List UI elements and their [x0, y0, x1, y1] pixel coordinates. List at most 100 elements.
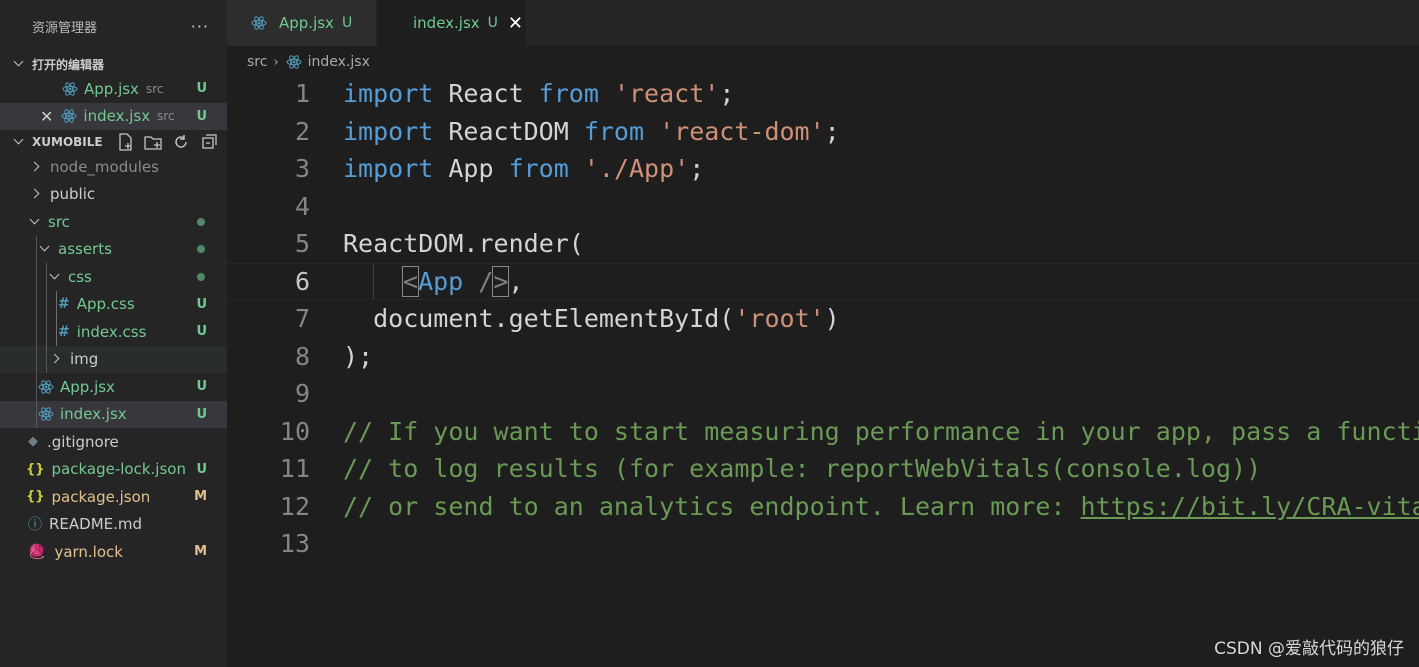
code-line: 10 // If you want to start measuring per… — [227, 413, 1419, 451]
indent-guide — [36, 345, 37, 373]
tab-bar: App.jsx U index.jsx U ✕ — [227, 0, 1419, 46]
chevron-right-icon: › — [273, 54, 279, 70]
bracket: < — [401, 265, 420, 297]
git-status-badge: M — [194, 489, 207, 505]
git-status-badge: U — [196, 296, 207, 312]
indent-guide — [46, 345, 47, 373]
refresh-icon[interactable] — [171, 132, 191, 152]
git-status-badge: U — [487, 15, 498, 31]
close-icon[interactable]: ✕ — [508, 13, 523, 34]
tree-item-package-lock[interactable]: {} package-lock.json U — [0, 456, 227, 484]
string: 'react' — [598, 79, 720, 109]
git-file-icon: ◆ — [28, 434, 38, 450]
chevron-right-icon — [30, 160, 44, 174]
line-number: 7 — [294, 304, 310, 334]
explorer-sidebar: 资源管理器 ··· 打开的编辑器 App.jsx src U ✕ index.j… — [0, 0, 227, 667]
line-number: 8 — [294, 341, 310, 371]
git-status-badge: U — [196, 108, 207, 124]
tree-item-label: .gitignore — [47, 432, 119, 451]
collapse-all-icon[interactable] — [199, 132, 219, 152]
open-editor-item-index[interactable]: ✕ index.jsx src U — [0, 102, 227, 130]
tree-item-app-jsx[interactable]: App.jsx U — [0, 373, 227, 401]
tree-item-gitignore[interactable]: ◆ .gitignore — [0, 428, 227, 456]
punctuation: / — [463, 266, 494, 296]
keyword: from — [538, 79, 599, 109]
code-text: ); — [343, 341, 374, 371]
punctuation: . — [493, 304, 509, 334]
tree-item-css[interactable]: css — [0, 263, 227, 291]
tree-item-label: package.json — [51, 487, 151, 506]
indent-guide — [36, 263, 37, 291]
tree-item-label: yarn.lock — [54, 542, 123, 561]
tree-item-label: App.css — [76, 295, 135, 314]
chevron-down-icon — [12, 135, 26, 149]
breadcrumb-folder[interactable]: src — [247, 54, 267, 70]
code-editor[interactable]: 1 import React from 'react'; 2 import Re… — [227, 75, 1419, 563]
code-line: 5 ReactDOM.render( — [227, 225, 1419, 263]
indent-guide — [36, 373, 37, 401]
git-status-badge: U — [341, 15, 353, 31]
tree-item-label: node_modules — [50, 157, 159, 176]
more-actions-button[interactable]: ··· — [191, 17, 209, 36]
breadcrumb-file[interactable]: index.jsx — [308, 54, 370, 70]
function-name: getElementById — [508, 304, 720, 334]
open-editors-section[interactable]: 打开的编辑器 — [0, 53, 227, 75]
tree-item-label: asserts — [58, 240, 112, 259]
tree-item-label: README.md — [49, 515, 143, 534]
chevron-right-icon — [30, 187, 44, 201]
tree-item-label: css — [68, 267, 92, 286]
code-text: ReactDOM.render( — [343, 229, 584, 258]
string: './App' — [568, 154, 690, 184]
tab-app-jsx[interactable]: App.jsx U — [227, 0, 377, 46]
modified-dot — [197, 272, 205, 281]
project-label: XUMOBILE — [32, 135, 103, 149]
open-editor-item-app[interactable]: App.jsx src U — [0, 75, 227, 103]
line-number: 4 — [294, 191, 310, 221]
indent-guide — [46, 290, 47, 318]
tree-item-index-jsx[interactable]: index.jsx U — [0, 400, 227, 428]
chevron-down-icon — [12, 57, 26, 71]
tree-item-label: public — [50, 185, 96, 204]
tree-item-app-css[interactable]: # App.css U — [0, 290, 227, 318]
code-line: 11 // to log results (for example: repor… — [227, 450, 1419, 488]
code-line: 13 — [227, 525, 1419, 563]
tree-item-yarn-lock[interactable]: 🧶 yarn.lock M — [0, 538, 227, 566]
close-icon[interactable]: ✕ — [40, 107, 53, 126]
comment: // to log results (for example: reportWe… — [343, 454, 1262, 484]
function-name: render — [478, 229, 569, 259]
tree-item-package-json[interactable]: {} package.json M — [0, 483, 227, 511]
tree-item-asserts[interactable]: asserts — [0, 235, 227, 263]
tree-item-img[interactable]: img — [0, 345, 227, 373]
info-icon: ⓘ — [28, 517, 42, 534]
tree-item-node-modules[interactable]: node_modules — [0, 153, 227, 181]
new-file-icon[interactable] — [115, 132, 135, 152]
watermark: CSDN @爱敲代码的狼仔 — [1214, 639, 1404, 659]
git-status-badge: U — [196, 81, 207, 97]
tree-item-readme[interactable]: ⓘ README.md — [0, 511, 227, 539]
chevron-right-icon — [50, 352, 64, 366]
code-line: 3 import App from './App'; — [227, 150, 1419, 188]
modified-dot — [197, 245, 205, 254]
tree-item-public[interactable]: public — [0, 181, 227, 209]
code-text: import React from 'react'; — [343, 79, 734, 108]
project-section[interactable]: XUMOBILE — [0, 131, 227, 153]
react-icon — [286, 55, 302, 69]
new-folder-icon[interactable] — [143, 132, 163, 152]
react-icon — [62, 82, 78, 96]
project-actions — [115, 132, 219, 152]
comment: // or send to an analytics endpoint. Lea… — [343, 492, 1419, 521]
line-number: 5 — [294, 229, 310, 259]
tab-index-jsx[interactable]: index.jsx U ✕ — [377, 0, 527, 46]
git-status-badge: U — [196, 406, 207, 422]
identifier: ReactDOM — [433, 116, 584, 146]
identifier: React — [433, 79, 539, 109]
comment-link[interactable]: https://bit.ly/CRA-vita — [1081, 492, 1419, 521]
tree-item-src[interactable]: src — [0, 208, 227, 236]
punctuation: . — [463, 229, 479, 259]
git-status-badge: U — [196, 379, 207, 395]
code-text: import App from './App'; — [343, 154, 704, 183]
code-line: 9 — [227, 375, 1419, 413]
tree-item-index-css[interactable]: # index.css U — [0, 318, 227, 346]
string: 'root' — [734, 304, 825, 334]
indent-guide — [46, 318, 47, 346]
